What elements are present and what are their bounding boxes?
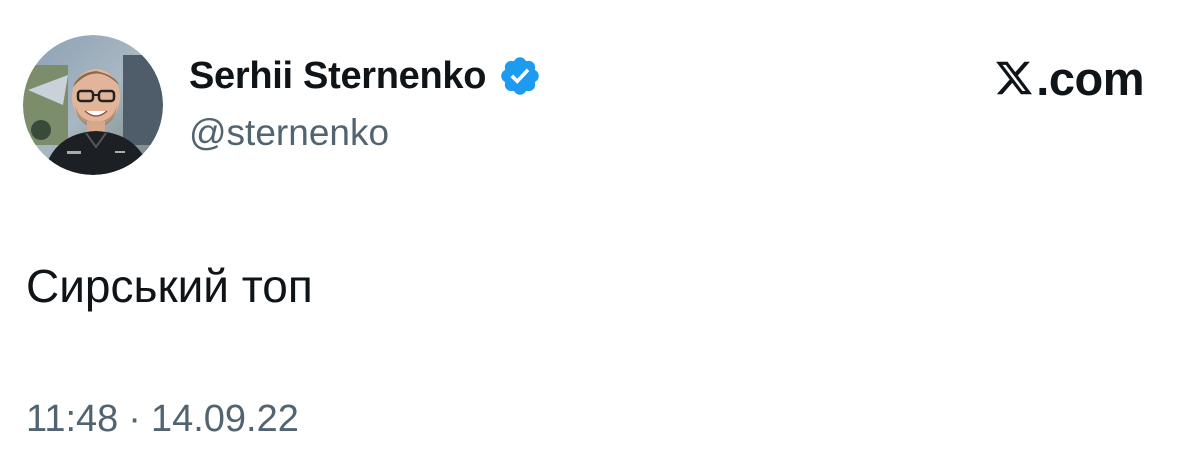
brand-domain: .com	[1036, 51, 1144, 105]
author-row: Serhii Sternenko	[189, 48, 542, 104]
x-logo-icon	[994, 58, 1034, 98]
author-handle[interactable]: @sternenko	[189, 112, 389, 154]
tweet-text: Сирський топ	[26, 260, 313, 312]
brand-mark: .com	[994, 50, 1144, 106]
tweet-card: Serhii Sternenko @sternenko .com Сирськи…	[0, 0, 1199, 476]
author-display-name[interactable]: Serhii Sternenko	[189, 55, 486, 98]
tweet-timestamp[interactable]: 11:48 · 14.09.22	[26, 398, 299, 441]
avatar[interactable]	[23, 35, 163, 175]
tweet-time: 11:48	[26, 398, 119, 440]
verified-badge-icon	[498, 54, 542, 98]
tweet-date: 14.09.22	[150, 398, 299, 440]
timestamp-separator: ·	[128, 398, 141, 440]
